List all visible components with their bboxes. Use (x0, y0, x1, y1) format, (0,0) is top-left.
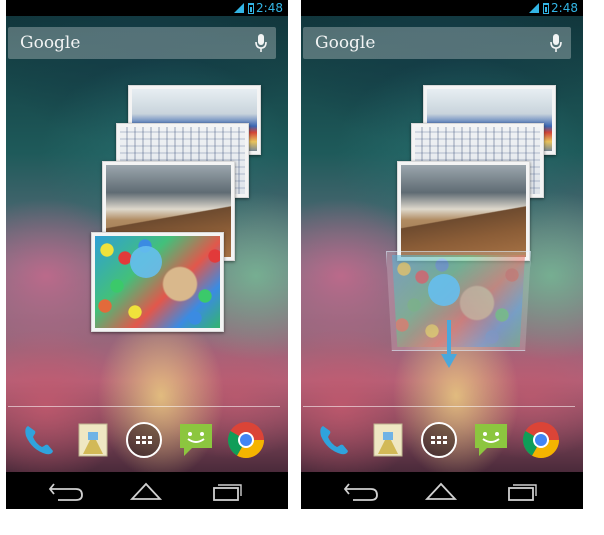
back-icon[interactable] (341, 480, 381, 502)
photo-hall (401, 165, 526, 257)
google-search-bar[interactable]: Google (303, 27, 571, 59)
stack-card (397, 161, 530, 261)
messaging-icon[interactable] (471, 420, 511, 460)
messaging-icon[interactable] (176, 420, 216, 460)
apps-grid-icon[interactable] (419, 420, 459, 460)
status-time: 2:48 (256, 1, 283, 15)
home-icon[interactable] (126, 480, 166, 502)
photo-pug-ball-pit (95, 236, 220, 328)
chrome-icon[interactable] (226, 420, 266, 460)
battery-icon (543, 3, 549, 14)
google-logo: Google (315, 33, 376, 53)
chrome-icon[interactable] (521, 420, 561, 460)
phone-screen-right: 2:48 Google (301, 0, 583, 509)
touch-point (428, 274, 460, 306)
touch-point (130, 246, 162, 278)
google-search-bar[interactable]: Google (8, 27, 276, 59)
dock-divider (303, 406, 575, 407)
navigation-bar (301, 472, 583, 509)
google-logo: Google (20, 33, 81, 53)
back-icon[interactable] (46, 480, 86, 502)
gallery-icon[interactable] (368, 420, 408, 460)
stack-card-front[interactable] (91, 232, 224, 332)
home-icon[interactable] (421, 480, 461, 502)
signal-icon (234, 3, 244, 13)
battery-icon (248, 3, 254, 14)
phone-screen-left: 2:48 Google (6, 0, 288, 509)
gallery-icon[interactable] (73, 420, 113, 460)
apps-grid-icon[interactable] (124, 420, 164, 460)
phone-icon[interactable] (18, 420, 58, 460)
status-bar: 2:48 (6, 0, 288, 16)
status-time: 2:48 (551, 1, 578, 15)
signal-icon (529, 3, 539, 13)
navigation-bar (6, 472, 288, 509)
dock-divider (8, 406, 280, 407)
recent-apps-icon[interactable] (206, 480, 246, 502)
status-bar: 2:48 (301, 0, 583, 16)
swipe-down-arrow-icon (441, 320, 457, 368)
mic-icon[interactable] (549, 33, 563, 53)
recent-apps-icon[interactable] (501, 480, 541, 502)
phone-icon[interactable] (313, 420, 353, 460)
mic-icon[interactable] (254, 33, 268, 53)
